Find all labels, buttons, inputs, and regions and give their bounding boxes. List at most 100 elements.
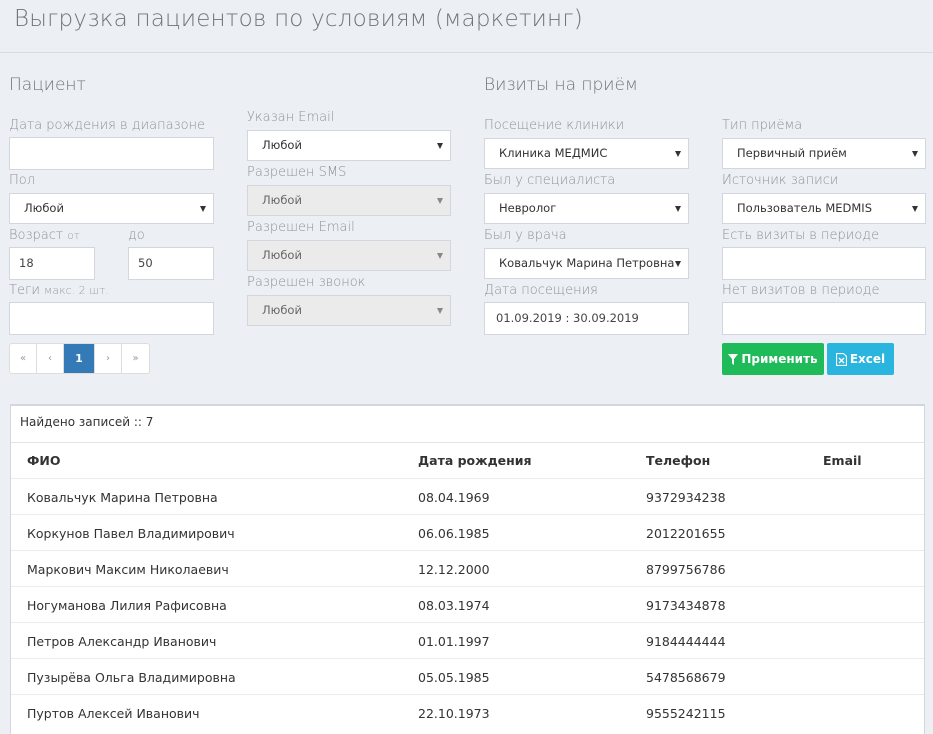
excel-file-icon	[835, 353, 847, 366]
caret-down-icon	[437, 253, 443, 259]
has-visits-input[interactable]	[722, 247, 926, 280]
cell-name: Маркович Максим Николаевич	[27, 562, 229, 577]
age-label: Возраст от	[9, 228, 80, 243]
doctor-select[interactable]: Ковальчук Марина Петровна	[484, 248, 689, 279]
column-header-name[interactable]: ФИО	[27, 453, 60, 468]
caret-down-icon	[675, 261, 681, 267]
email-set-value: Любой	[262, 138, 302, 152]
sms-allowed-value: Любой	[262, 193, 302, 207]
doctor-value: Ковальчук Марина Петровна	[499, 256, 675, 270]
divider	[11, 442, 924, 443]
call-allowed-value: Любой	[262, 303, 302, 317]
caret-down-icon	[200, 206, 206, 212]
has-visits-label: Есть визиты в периоде	[722, 228, 880, 243]
column-header-birth[interactable]: Дата рождения	[418, 453, 532, 468]
visit-date-label: Дата посещения	[484, 283, 598, 298]
results-box: Найдено записей :: 7 ФИО Дата рождения Т…	[10, 404, 925, 734]
filter-icon	[728, 354, 739, 365]
call-allowed-select: Любой	[247, 295, 451, 326]
page-first-button[interactable]: «	[10, 344, 37, 373]
caret-down-icon	[437, 143, 443, 149]
caret-down-icon	[675, 151, 681, 157]
cell-name: Ковальчук Марина Петровна	[27, 490, 218, 505]
cell-birth: 01.01.1997	[418, 634, 490, 649]
email-set-label: Указан Email	[247, 110, 335, 125]
table-row[interactable]: Петров Александр Иванович 01.01.1997 918…	[11, 622, 924, 658]
visit-type-value: Первичный приём	[737, 146, 847, 160]
email-allowed-value: Любой	[262, 248, 302, 262]
page-next-button[interactable]: ›	[95, 344, 122, 373]
table-row[interactable]: Пузырёва Ольга Владимировна 05.05.1985 5…	[11, 658, 924, 694]
source-select[interactable]: Пользователь MEDMIS	[722, 193, 926, 224]
gender-select[interactable]: Любой	[9, 193, 214, 224]
source-label: Источник записи	[722, 173, 839, 188]
age-from-input[interactable]: 18	[9, 247, 95, 280]
page-last-button[interactable]: »	[122, 344, 149, 373]
caret-down-icon	[912, 151, 918, 157]
email-set-select[interactable]: Любой	[247, 130, 451, 161]
gender-label: Пол	[9, 173, 36, 188]
excel-button[interactable]: Excel	[827, 343, 894, 375]
table-row[interactable]: Пуртов Алексей Иванович 22.10.1973 95552…	[11, 694, 924, 730]
cell-name: Ногуманова Лилия Рафисовна	[27, 598, 227, 613]
cell-phone: 9372934238	[646, 490, 726, 505]
age-to-input[interactable]: 50	[128, 247, 214, 280]
cell-phone: 9173434878	[646, 598, 726, 613]
sms-allowed-select: Любой	[247, 185, 451, 216]
birth-range-input[interactable]	[9, 137, 214, 170]
found-count: Найдено записей :: 7	[20, 415, 154, 429]
visits-section-title: Визиты на приём	[484, 75, 638, 95]
tags-label: Теги макс. 2 шт.	[9, 283, 109, 298]
source-value: Пользователь MEDMIS	[737, 201, 873, 215]
tags-input[interactable]	[9, 302, 214, 335]
cell-name: Коркунов Павел Владимирович	[27, 526, 235, 541]
visit-type-label: Тип приёма	[722, 118, 803, 133]
email-allowed-select: Любой	[247, 240, 451, 271]
table-row[interactable]: Маркович Максим Николаевич 12.12.2000 87…	[11, 550, 924, 586]
cell-phone: 9555242115	[646, 706, 726, 721]
specialist-label: Был у специалиста	[484, 173, 616, 188]
specialist-select[interactable]: Невролог	[484, 193, 689, 224]
tags-hint: макс. 2 шт.	[44, 284, 109, 297]
table-row[interactable]: Коркунов Павел Владимирович 06.06.1985 2…	[11, 514, 924, 550]
clinic-select[interactable]: Клиника МЕДМИС	[484, 138, 689, 169]
caret-down-icon	[437, 198, 443, 204]
cell-phone: 5478568679	[646, 670, 726, 685]
cell-birth: 12.12.2000	[418, 562, 490, 577]
age-from-label: от	[67, 229, 80, 242]
birth-range-label: Дата рождения в диапазоне	[9, 118, 206, 133]
table-row[interactable]: Ковальчук Марина Петровна 08.04.1969 937…	[11, 478, 924, 514]
page-title: Выгрузка пациентов по условиям (маркетин…	[14, 6, 583, 32]
doctor-label: Был у врача	[484, 228, 567, 243]
excel-button-label: Excel	[849, 352, 886, 366]
pagination: « ‹ 1 › »	[9, 343, 150, 374]
table-row[interactable]: Ногуманова Лилия Рафисовна 08.03.1974 91…	[11, 586, 924, 622]
cell-phone: 2012201655	[646, 526, 726, 541]
cell-birth: 08.04.1969	[418, 490, 490, 505]
no-visits-label: Нет визитов в периоде	[722, 283, 880, 298]
email-allowed-label: Разрешен Email	[247, 220, 355, 235]
clinic-label: Посещение клиники	[484, 118, 625, 133]
no-visits-input[interactable]	[722, 302, 926, 335]
cell-phone: 8799756786	[646, 562, 726, 577]
cell-name: Петров Александр Иванович	[27, 634, 217, 649]
clinic-value: Клиника МЕДМИС	[499, 146, 608, 160]
page-prev-button[interactable]: ‹	[37, 344, 64, 373]
column-header-phone[interactable]: Телефон	[646, 453, 710, 468]
caret-down-icon	[675, 206, 681, 212]
caret-down-icon	[912, 206, 918, 212]
visit-type-select[interactable]: Первичный приём	[722, 138, 926, 169]
specialist-value: Невролог	[499, 201, 557, 215]
visit-date-input[interactable]: 01.09.2019 : 30.09.2019	[484, 302, 689, 335]
apply-button-label: Применить	[741, 352, 818, 366]
column-header-email[interactable]: Email	[823, 453, 862, 468]
tags-label-text: Теги	[9, 283, 40, 298]
apply-button[interactable]: Применить	[722, 343, 824, 375]
page-header: Выгрузка пациентов по условиям (маркетин…	[0, 0, 933, 53]
page-current-button[interactable]: 1	[64, 344, 95, 373]
cell-birth: 08.03.1974	[418, 598, 490, 613]
cell-name: Пуртов Алексей Иванович	[27, 706, 200, 721]
cell-name: Пузырёва Ольга Владимировна	[27, 670, 236, 685]
cell-birth: 22.10.1973	[418, 706, 490, 721]
caret-down-icon	[437, 308, 443, 314]
